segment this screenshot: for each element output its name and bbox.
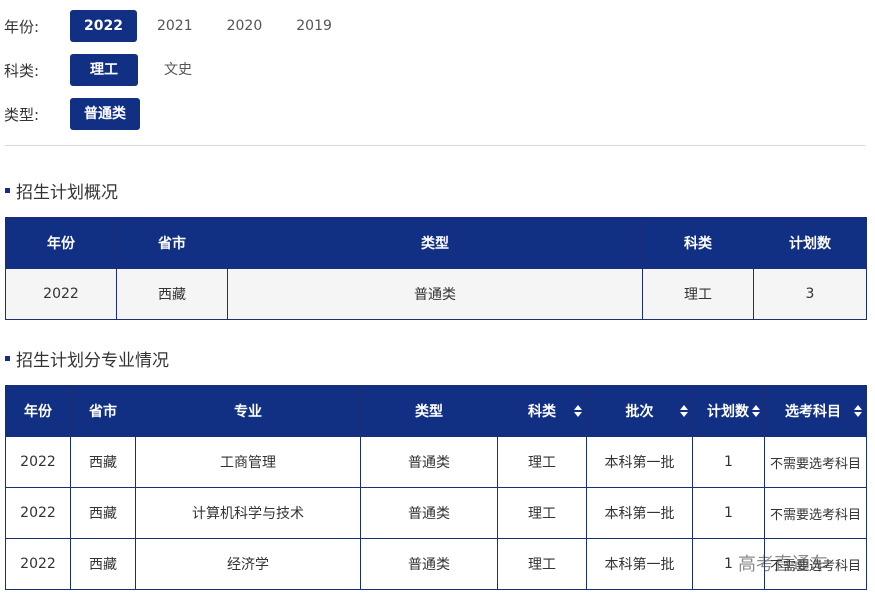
col-header-elective-label: 选考科目 [785, 404, 841, 420]
cell-province: 西藏 [116, 268, 228, 320]
cell-province: 西藏 [70, 538, 136, 590]
year-option-2019[interactable]: 2019 [282, 10, 346, 42]
majors-section-title: 招生计划分专业情况 [5, 346, 169, 371]
divider [5, 145, 865, 146]
subject-option-liberal-arts[interactable]: 文史 [144, 54, 212, 86]
cell-type: 普通类 [360, 436, 498, 488]
year-filter-label: 年份: [4, 17, 40, 36]
year-option-2020[interactable]: 2020 [213, 10, 277, 42]
sort-icon[interactable] [752, 405, 760, 417]
overview-table: 年份 省市 类型 科类 计划数 2022 西藏 普通类 理工 3 [5, 217, 867, 320]
col-header-subject-label: 科类 [528, 404, 556, 420]
cell-subject: 理工 [497, 487, 587, 539]
sort-icon[interactable] [574, 405, 582, 417]
col-header-elective-subjects[interactable]: 选考科目 [764, 385, 867, 437]
cell-year: 2022 [5, 436, 71, 488]
majors-title-text: 招生计划分专业情况 [16, 351, 169, 371]
subject-option-science[interactable]: 理工 [70, 54, 138, 86]
cell-batch: 本科第一批 [586, 538, 693, 590]
cell-batch: 本科第一批 [586, 436, 693, 488]
majors-header-row: 年份 省市 专业 类型 科类 批次 计划数 选考科目 [5, 385, 867, 437]
cell-year: 2022 [5, 487, 71, 539]
cell-province: 西藏 [70, 436, 136, 488]
section-bullet-icon [5, 356, 10, 361]
table-row: 2022 西藏 计算机科学与技术 普通类 理工 本科第一批 1 不需要选考科目 [5, 487, 867, 539]
col-header-plan-count[interactable]: 计划数 [692, 385, 765, 437]
cell-year: 2022 [5, 268, 117, 320]
year-option-2021[interactable]: 2021 [143, 10, 207, 42]
overview-section-title: 招生计划概况 [5, 178, 118, 203]
col-header-subject: 科类 [642, 217, 754, 269]
col-header-year: 年份 [5, 217, 117, 269]
cell-major: 经济学 [135, 538, 361, 590]
col-header-plan-count: 计划数 [753, 217, 867, 269]
cell-plan-count: 3 [753, 268, 867, 320]
cell-elective-subjects: 不需要选考科目 [764, 487, 867, 539]
cell-type: 普通类 [360, 487, 498, 539]
year-filter: 年份: 2022 2021 2020 2019 [4, 10, 352, 42]
type-option-regular[interactable]: 普通类 [70, 98, 140, 130]
cell-elective-subjects: 不需要选考科目 [764, 436, 867, 488]
cell-major: 工商管理 [135, 436, 361, 488]
section-bullet-icon [5, 188, 10, 193]
cell-plan-count: 1 [692, 487, 765, 539]
cell-type: 普通类 [360, 538, 498, 590]
table-row: 2022 西藏 工商管理 普通类 理工 本科第一批 1 不需要选考科目 [5, 436, 867, 488]
sort-icon[interactable] [854, 405, 862, 417]
col-header-type: 类型 [360, 385, 498, 437]
cell-plan-count: 1 [692, 436, 765, 488]
type-filter: 类型: 普通类 [4, 98, 146, 130]
watermark: 高考直通车 [738, 554, 828, 575]
cell-subject: 理工 [497, 538, 587, 590]
col-header-batch[interactable]: 批次 [586, 385, 693, 437]
col-header-major: 专业 [135, 385, 361, 437]
overview-title-text: 招生计划概况 [16, 183, 118, 203]
subject-filter-label: 科类: [4, 61, 40, 80]
cell-type: 普通类 [227, 268, 643, 320]
cell-year: 2022 [5, 538, 71, 590]
cell-province: 西藏 [70, 487, 136, 539]
col-header-batch-label: 批次 [625, 404, 654, 420]
sort-icon[interactable] [680, 405, 688, 417]
cell-major: 计算机科学与技术 [135, 487, 361, 539]
col-header-subject[interactable]: 科类 [497, 385, 587, 437]
cell-subject: 理工 [497, 436, 587, 488]
subject-filter: 科类: 理工 文史 [4, 54, 218, 86]
col-header-year: 年份 [5, 385, 71, 437]
cell-subject: 理工 [642, 268, 754, 320]
type-filter-label: 类型: [4, 105, 40, 124]
col-header-type: 类型 [227, 217, 643, 269]
table-row: 2022 西藏 普通类 理工 3 [5, 268, 867, 320]
col-header-province: 省市 [70, 385, 136, 437]
cell-batch: 本科第一批 [586, 487, 693, 539]
col-header-plan-count-label: 计划数 [707, 404, 749, 420]
col-header-province: 省市 [116, 217, 228, 269]
overview-header-row: 年份 省市 类型 科类 计划数 [5, 217, 867, 269]
year-option-2022[interactable]: 2022 [70, 10, 137, 42]
